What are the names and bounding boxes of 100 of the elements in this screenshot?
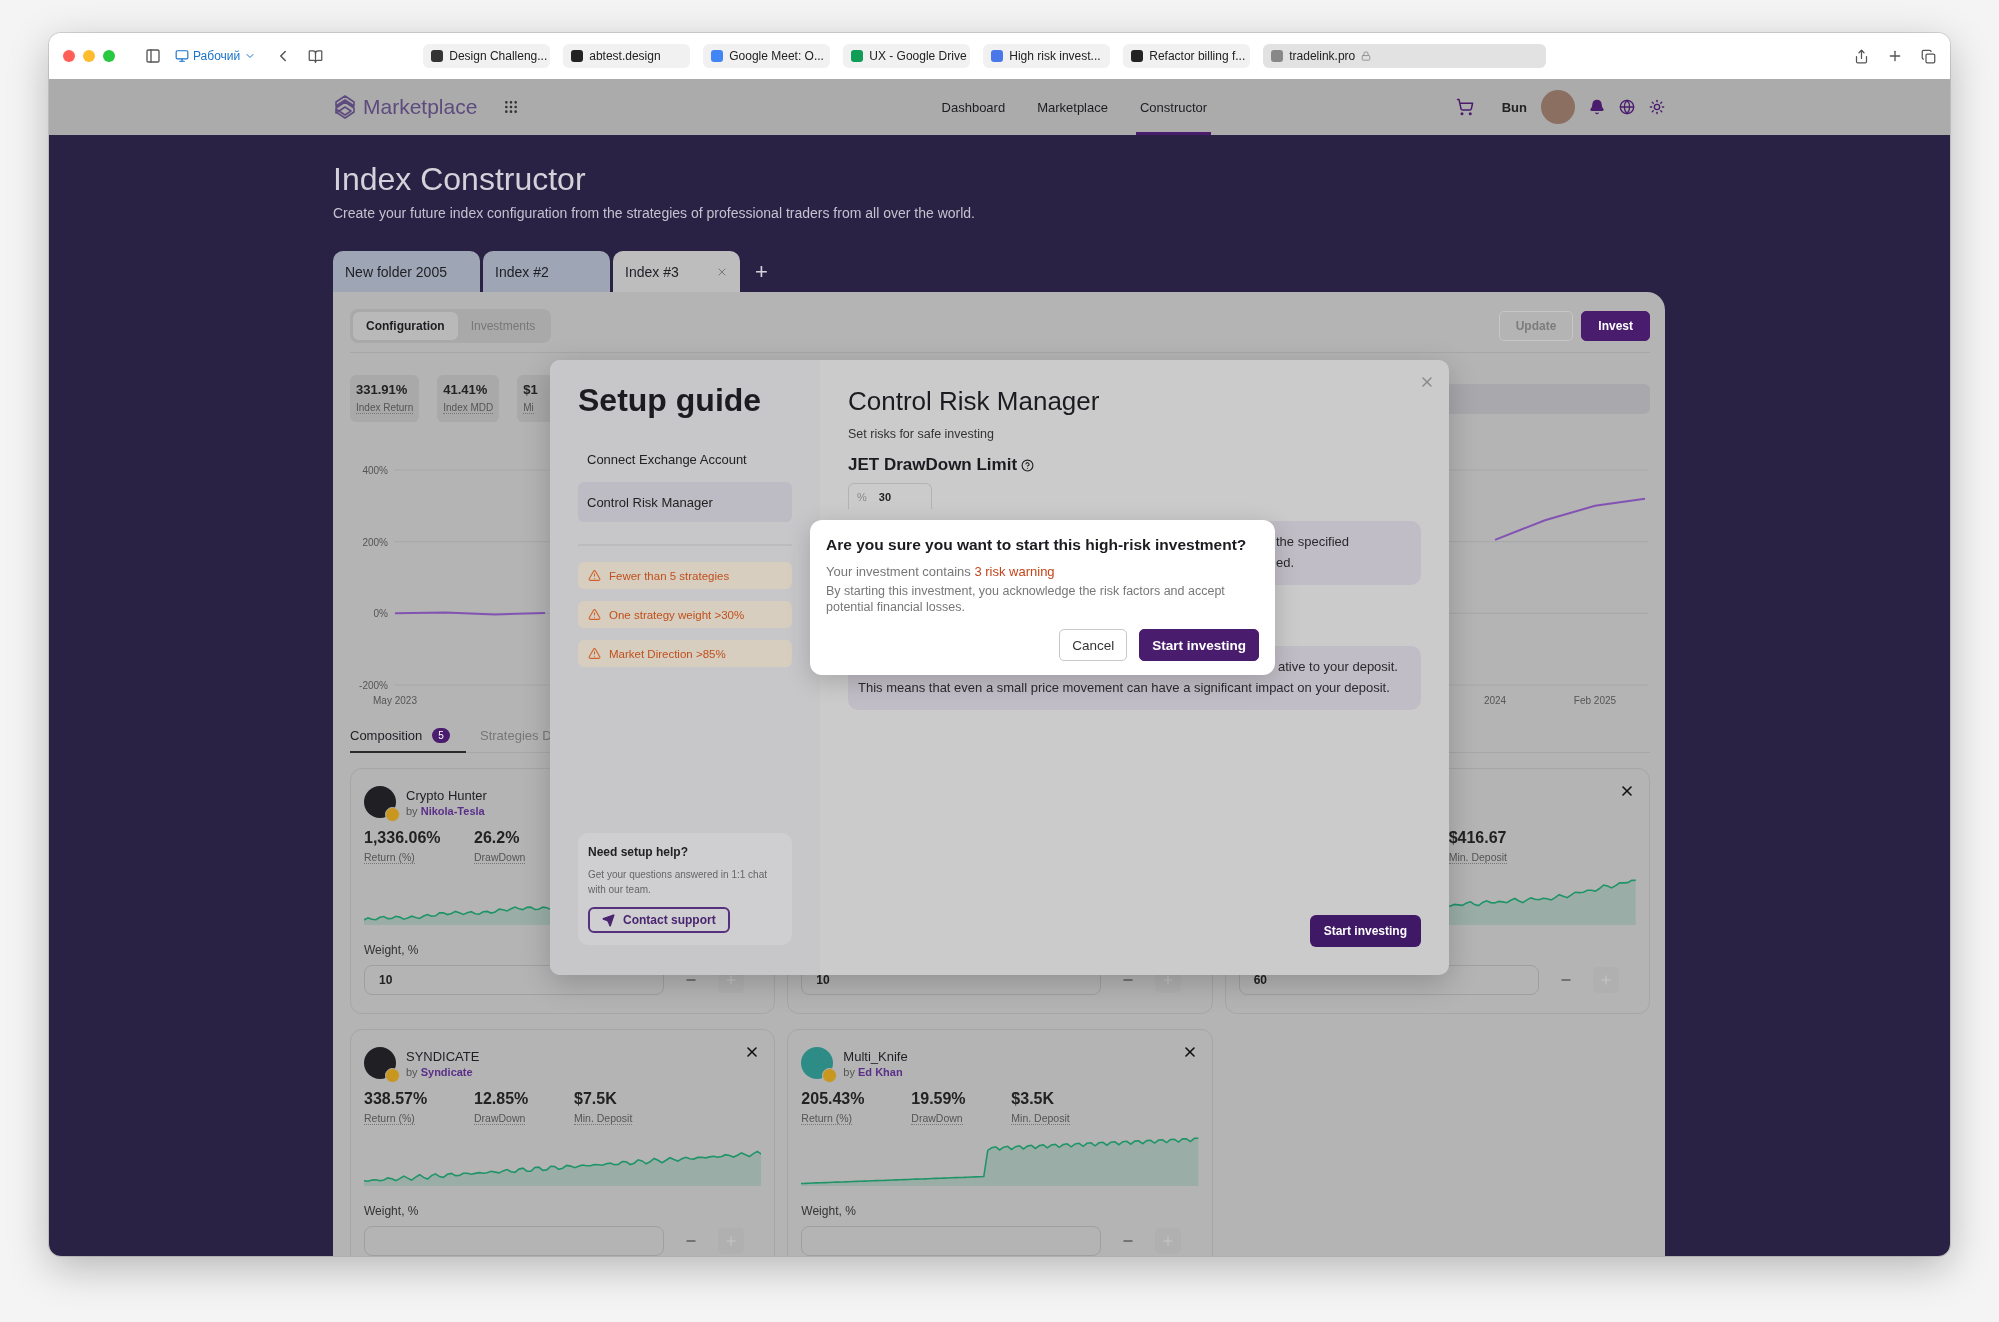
nav-link[interactable]: Dashboard xyxy=(937,79,1010,135)
logo-icon xyxy=(333,94,357,120)
logo-text: Marketplace xyxy=(363,95,478,119)
bell-icon[interactable] xyxy=(1589,99,1605,115)
modal-title: Setup guide xyxy=(578,382,763,419)
stat-value: 205.43% xyxy=(801,1090,866,1108)
index-tab[interactable]: Index #2 xyxy=(483,251,610,292)
index-tab[interactable]: New folder 2005 xyxy=(333,251,480,292)
stat-value: $7.5K xyxy=(574,1090,618,1108)
share-icon[interactable] xyxy=(1854,48,1869,64)
apps-grid-icon[interactable] xyxy=(503,99,520,115)
help-icon[interactable] xyxy=(1021,458,1035,472)
workspace-selector[interactable]: Рабочий xyxy=(175,49,257,63)
strategy-name: Multi_Knife xyxy=(843,1048,908,1064)
stat-label: Return (%) xyxy=(801,1112,853,1125)
axis-label: -200% xyxy=(359,680,388,691)
author-link[interactable]: Syndicate xyxy=(420,1065,473,1078)
stat-label: Return (%) xyxy=(364,1112,415,1125)
stat-value: 1,336.06% xyxy=(364,829,442,847)
stat-label: DrawDown xyxy=(474,1112,526,1125)
user-avatar[interactable] xyxy=(1541,90,1575,124)
section-title: Control Risk Manager xyxy=(848,386,1100,417)
zoom-window-button[interactable] xyxy=(103,50,115,62)
author-link[interactable]: Nikola-Tesla xyxy=(420,804,485,817)
dialog-summary: Your investment contains 3 risk warning xyxy=(826,564,1056,579)
close-button[interactable] xyxy=(1619,783,1635,799)
author-line: by Ed Khan xyxy=(843,1065,904,1078)
author-line: by Nikola-Tesla xyxy=(406,804,486,817)
close-window-button[interactable] xyxy=(63,50,75,62)
stat-label: Min. Deposit xyxy=(1011,1112,1070,1125)
help-text: Get your questions answered in 1:1 chat with our team. xyxy=(588,868,768,897)
axis-label: 200% xyxy=(362,536,388,548)
browser-tab[interactable]: High risk invest... xyxy=(983,44,1111,68)
stat-label: Return (%) xyxy=(364,851,415,864)
globe-icon[interactable] xyxy=(1619,99,1635,115)
browser-tab[interactable]: Design Challeng... xyxy=(423,44,551,68)
setup-step[interactable]: Connect Exchange Account xyxy=(578,439,792,479)
warning-icon xyxy=(588,608,601,621)
field-label: JET DrawDown Limit xyxy=(848,455,1018,475)
warning-icon xyxy=(588,569,601,582)
browser-tab[interactable]: tradelink.pro xyxy=(1263,44,1547,68)
strategy-name: Crypto Hunter xyxy=(406,787,487,803)
paper-plane-icon xyxy=(602,913,615,927)
weight-field[interactable] xyxy=(801,1226,1102,1256)
browser-tab[interactable]: abtest.design xyxy=(563,44,691,68)
stat-value: 41.41% xyxy=(443,382,489,397)
browser-tab[interactable]: Refactor billing f... xyxy=(1123,44,1251,68)
user-name: Bun xyxy=(1501,99,1527,115)
strategy-name: SYNDICATE xyxy=(406,1048,480,1064)
note-text: the specified xyxy=(1276,533,1349,551)
warning-text: One strategy weight >30% xyxy=(609,608,745,621)
dialog-text: By starting this investment, you acknowledge the risk factors and accept potential financial losses. xyxy=(826,583,1226,615)
add-tab-button[interactable]: + xyxy=(749,251,774,292)
dialog-title: Are you sure you want to start this high-risk investment? xyxy=(826,536,1248,554)
setup-step[interactable]: Control Risk Manager xyxy=(578,482,792,522)
axis-label: Feb 2025 xyxy=(1573,695,1617,706)
action-button[interactable]: Invest xyxy=(1581,311,1650,341)
nav-link[interactable]: Marketplace xyxy=(1033,79,1112,135)
stat-label: Mi xyxy=(523,402,534,414)
stat-value: $416.67 xyxy=(1448,829,1508,847)
axis-label: 0% xyxy=(373,608,388,620)
toggle-option[interactable]: Configuration xyxy=(353,312,458,340)
new-tab-icon[interactable] xyxy=(1887,48,1903,64)
page-subtitle: Create your future index configuration from the strategies of professional traders from all over the world. xyxy=(333,205,976,221)
stat-value: 331.91% xyxy=(356,382,409,397)
stat-value: 19.59% xyxy=(911,1090,967,1108)
stat-label: DrawDown xyxy=(911,1112,963,1125)
stat-value: 12.85% xyxy=(474,1090,530,1108)
author-line: by Syndicate xyxy=(406,1065,474,1078)
stat-label: DrawDown xyxy=(474,851,526,864)
plus-icon[interactable] xyxy=(1161,973,1176,987)
axis-label: 400% xyxy=(362,465,388,476)
cancel-button[interactable]: Cancel xyxy=(1059,629,1128,661)
stat-label: Index Return xyxy=(356,402,414,414)
start-investing-button[interactable]: Start investing xyxy=(1309,915,1421,947)
book-icon[interactable] xyxy=(308,48,324,64)
sun-icon[interactable] xyxy=(1649,99,1665,115)
weight-field[interactable] xyxy=(364,1226,664,1256)
index-tab[interactable]: Index #3 xyxy=(613,251,740,292)
lock-icon xyxy=(1361,51,1372,61)
stat-value: 338.57% xyxy=(364,1090,429,1108)
count-badge: 5 xyxy=(432,728,450,743)
stat-label: Index MDD xyxy=(443,402,494,414)
browser-tab[interactable]: UX - Google Drive xyxy=(843,44,971,68)
browser-tab[interactable]: Google Meet: O... xyxy=(703,44,831,68)
sidebar-toggle-icon[interactable] xyxy=(145,48,161,64)
cart-icon[interactable] xyxy=(1455,98,1474,116)
confirm-button[interactable]: Start investing xyxy=(1139,629,1259,661)
weight-label: Weight, % xyxy=(364,1204,419,1218)
note-text: ative to your deposit. xyxy=(1278,658,1398,676)
stat-value: 26.2% xyxy=(474,829,521,847)
contact-support-button[interactable]: Contact support xyxy=(588,907,730,933)
limit-field[interactable]: % 30 xyxy=(848,483,932,509)
help-title: Need setup help? xyxy=(588,845,689,859)
section-tab[interactable]: Composition 5 xyxy=(350,724,466,753)
stat-value: $3.5K xyxy=(1011,1090,1056,1108)
author-link[interactable]: Ed Khan xyxy=(858,1065,903,1078)
tab-overview-icon[interactable] xyxy=(1921,48,1936,64)
axis-label: May 2023 xyxy=(373,695,417,706)
section-subtitle: Set risks for safe investing xyxy=(848,427,995,441)
